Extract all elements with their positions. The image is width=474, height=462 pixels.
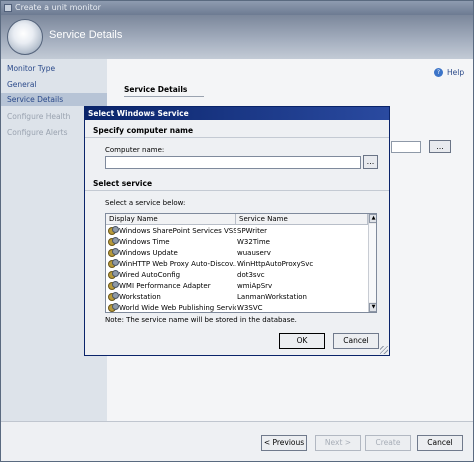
service-list[interactable]: Display Name Service Name Windows ShareP… bbox=[105, 213, 377, 313]
column-header-service-name[interactable]: Service Name bbox=[236, 214, 368, 225]
service-section-divider bbox=[85, 190, 389, 191]
service-display-name: Wired AutoConfig bbox=[119, 271, 181, 279]
service-gear-icon bbox=[108, 281, 119, 290]
service-row[interactable]: World Wide Web Publishing Service W3SVC bbox=[106, 303, 368, 312]
window-title: Create a unit monitor bbox=[15, 3, 101, 12]
column-header-display-name[interactable]: Display Name bbox=[106, 214, 236, 225]
computer-name-input[interactable] bbox=[105, 156, 361, 169]
service-name: W3SVC bbox=[237, 304, 263, 312]
service-row[interactable]: Windows Time W32Time bbox=[106, 237, 368, 248]
service-name: wmiApSrv bbox=[237, 282, 273, 290]
dialog-title: Select Windows Service bbox=[85, 107, 389, 120]
banner-title: Service Details bbox=[49, 29, 123, 41]
service-row[interactable]: Windows Update wuauserv bbox=[106, 248, 368, 259]
service-display-name: Windows Update bbox=[119, 249, 178, 257]
next-button: Next > bbox=[315, 435, 361, 451]
window-titlebar: Create a unit monitor bbox=[1, 1, 473, 15]
service-row[interactable]: WinHTTP Web Proxy Auto-Discov... WinHttp… bbox=[106, 259, 368, 270]
nav-item-general[interactable]: General bbox=[1, 78, 107, 91]
computer-browse-button[interactable]: ... bbox=[363, 155, 378, 169]
service-row[interactable]: Workstation LanmanWorkstation bbox=[106, 292, 368, 303]
service-row[interactable]: WMI Performance Adapter wmiApSrv bbox=[106, 281, 368, 292]
section-divider bbox=[124, 96, 204, 97]
service-display-name: WMI Performance Adapter bbox=[119, 282, 211, 290]
service-section-title: Select service bbox=[93, 179, 153, 188]
wizard-cancel-button[interactable]: Cancel bbox=[417, 435, 463, 451]
nav-item-service-details[interactable]: Service Details bbox=[1, 93, 107, 106]
service-row[interactable]: Windows SharePoint Services VSS... SPWri… bbox=[106, 226, 368, 237]
service-row[interactable]: Wired AutoConfig dot3svc bbox=[106, 270, 368, 281]
service-list-header: Display Name Service Name bbox=[106, 214, 368, 225]
previous-button[interactable]: < Previous bbox=[261, 435, 307, 451]
scroll-down-arrow-icon[interactable]: ▼ bbox=[369, 303, 376, 312]
service-display-name: Workstation bbox=[119, 293, 161, 301]
scroll-track[interactable] bbox=[369, 224, 376, 302]
dialog-cancel-button[interactable]: Cancel bbox=[333, 333, 379, 349]
window-icon bbox=[4, 4, 12, 12]
service-browse-button[interactable]: ... bbox=[429, 140, 451, 153]
service-list-scrollbar[interactable]: ▲ ▼ bbox=[368, 214, 376, 312]
service-gear-icon bbox=[108, 237, 119, 246]
service-display-name: Windows Time bbox=[119, 238, 170, 246]
service-name: dot3svc bbox=[237, 271, 265, 279]
nav-item-monitor-type[interactable]: Monitor Type bbox=[1, 62, 107, 75]
service-name: WinHttpAutoProxySvc bbox=[237, 260, 314, 268]
section-title: Service Details bbox=[124, 85, 188, 94]
service-display-name: World Wide Web Publishing Service bbox=[119, 304, 236, 312]
service-name: LanmanWorkstation bbox=[237, 293, 307, 301]
scroll-up-arrow-icon[interactable]: ▲ bbox=[369, 214, 376, 223]
service-name-note: Note: The service name will be stored in… bbox=[105, 316, 297, 324]
service-gear-icon bbox=[108, 270, 119, 279]
resize-grip-icon[interactable] bbox=[380, 346, 388, 354]
service-gear-icon bbox=[108, 303, 119, 312]
service-display-name: WinHTTP Web Proxy Auto-Discov... bbox=[119, 260, 236, 268]
service-name: W32Time bbox=[237, 238, 270, 246]
create-button: Create bbox=[365, 435, 411, 451]
service-name-field[interactable] bbox=[391, 141, 421, 153]
computer-section-title: Specify computer name bbox=[93, 126, 194, 135]
select-windows-service-dialog: Select Windows Service Specify computer … bbox=[84, 106, 390, 356]
computer-section-divider bbox=[85, 137, 389, 138]
banner-orb-icon bbox=[7, 19, 43, 55]
wizard-banner: Service Details bbox=[1, 15, 473, 59]
select-service-label: Select a service below: bbox=[105, 199, 186, 207]
computer-name-label: Computer name: bbox=[105, 146, 165, 154]
service-gear-icon bbox=[108, 292, 119, 301]
help-link[interactable]: Help bbox=[447, 68, 464, 77]
service-gear-icon bbox=[108, 248, 119, 257]
service-gear-icon bbox=[108, 259, 119, 268]
ok-button[interactable]: OK bbox=[279, 333, 325, 349]
service-name: wuauserv bbox=[237, 249, 271, 257]
service-gear-icon bbox=[108, 226, 119, 235]
service-display-name: Windows SharePoint Services VSS... bbox=[119, 227, 236, 235]
help-icon[interactable]: ? bbox=[434, 68, 443, 77]
service-name: SPWriter bbox=[237, 227, 268, 235]
footer-divider bbox=[1, 421, 473, 422]
